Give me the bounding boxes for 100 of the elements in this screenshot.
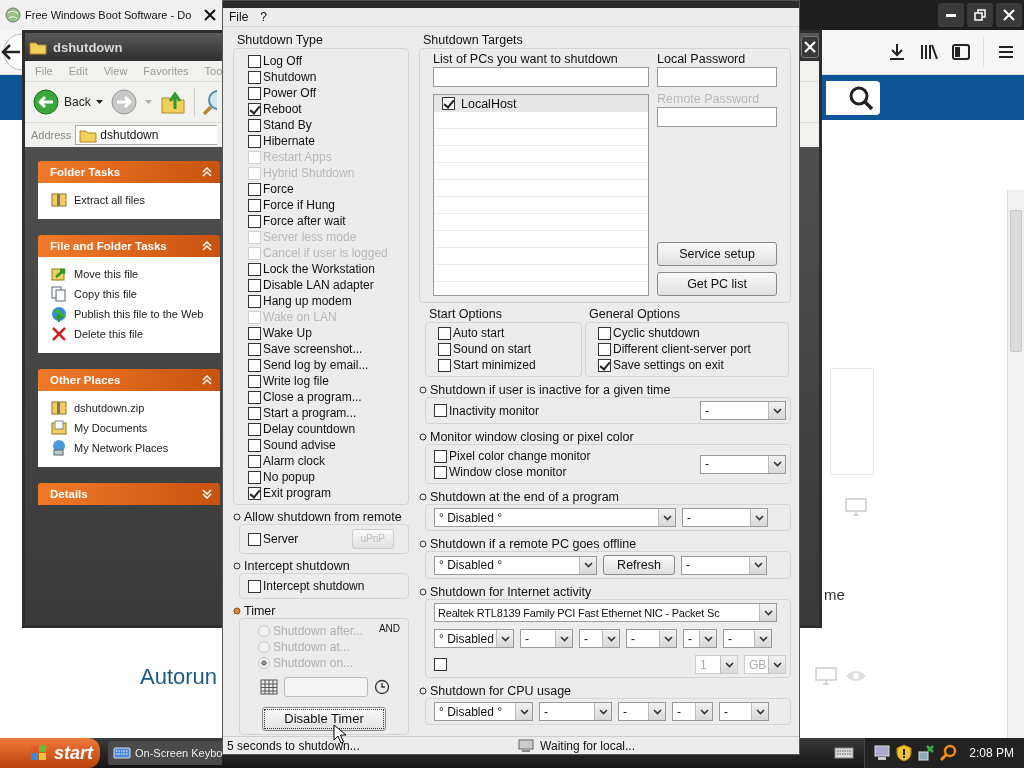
sidebar-icon[interactable]: [951, 42, 971, 62]
checkbox[interactable]: [248, 342, 261, 356]
dropdown[interactable]: -: [626, 629, 677, 648]
checkbox[interactable]: [248, 470, 261, 484]
minimize-button[interactable]: [938, 3, 964, 27]
search-icon[interactable]: [939, 744, 958, 762]
checkbox[interactable]: [248, 486, 261, 500]
close-button[interactable]: [801, 36, 819, 58]
button[interactable]: Get PC list: [657, 272, 777, 296]
task-link[interactable]: Publish this file to the Web: [74, 308, 204, 320]
dropdown[interactable]: ° Disabled °: [434, 702, 533, 721]
task-link[interactable]: Delete this file: [74, 328, 144, 340]
forward-icon[interactable]: [110, 89, 137, 115]
dropdown[interactable]: -: [520, 629, 573, 648]
dropdown[interactable]: -: [723, 629, 772, 648]
dropdown[interactable]: Realtek RTL8139 Family PCI Fast Ethernet NIC - Packet Sc: [434, 603, 777, 622]
search-field[interactable]: [826, 80, 880, 115]
checkbox[interactable]: [248, 579, 261, 593]
scroll-thumb[interactable]: [1010, 210, 1022, 352]
list-row[interactable]: LocalHost: [434, 95, 648, 112]
checkbox[interactable]: [248, 326, 261, 340]
browser-tab[interactable]: Free Windows Boot Software - Do: [0, 0, 222, 30]
checkbox[interactable]: [248, 102, 261, 116]
task-link[interactable]: Extract all files: [74, 194, 145, 206]
task-link[interactable]: My Documents: [74, 422, 148, 434]
checkbox[interactable]: [248, 118, 261, 132]
computer-icon[interactable]: [873, 744, 892, 762]
folder-up-icon[interactable]: [159, 89, 186, 115]
checkbox[interactable]: [248, 262, 261, 276]
checkbox[interactable]: [248, 532, 261, 546]
menu-item[interactable]: ?: [260, 10, 268, 24]
task-link[interactable]: Copy this file: [74, 288, 137, 300]
checkbox[interactable]: [598, 326, 611, 340]
close-button[interactable]: [996, 3, 1022, 27]
checkbox[interactable]: [248, 182, 261, 196]
checkbox[interactable]: [248, 294, 261, 308]
dropdown[interactable]: -: [618, 702, 666, 721]
checkbox[interactable]: [248, 134, 261, 148]
restore-button[interactable]: [967, 3, 993, 27]
checkbox[interactable]: [434, 465, 447, 479]
refresh-button[interactable]: Refresh: [603, 555, 675, 575]
dropdown[interactable]: -: [700, 454, 786, 474]
checkbox[interactable]: [248, 54, 261, 68]
checkbox[interactable]: [438, 358, 451, 372]
checkbox[interactable]: [434, 449, 447, 463]
checkbox[interactable]: [248, 374, 261, 388]
password-field[interactable]: [657, 107, 777, 127]
checkbox[interactable]: [434, 658, 447, 671]
pc-name-field[interactable]: [433, 67, 649, 87]
checkbox[interactable]: [248, 422, 261, 436]
task-link[interactable]: Move this file: [74, 268, 139, 280]
checkbox[interactable]: [598, 358, 611, 372]
dropdown[interactable]: -: [539, 702, 612, 721]
back-icon[interactable]: [0, 32, 22, 72]
checkbox[interactable]: [248, 406, 261, 420]
dropdown[interactable]: -: [682, 508, 768, 527]
checkbox[interactable]: [598, 342, 611, 356]
search-icon[interactable]: [848, 84, 874, 111]
shield-icon[interactable]: [895, 744, 914, 762]
checkbox[interactable]: [438, 342, 451, 356]
calendar-icon[interactable]: [260, 679, 278, 695]
chevron-down-icon: [763, 609, 773, 616]
checkbox[interactable]: [248, 198, 261, 212]
scrollbar[interactable]: [1007, 190, 1024, 738]
dropdown[interactable]: -: [579, 629, 620, 648]
checkbox[interactable]: [438, 326, 451, 340]
menu-item[interactable]: File: [229, 10, 249, 24]
clock-icon[interactable]: [374, 679, 390, 695]
keyboard-icon[interactable]: [834, 746, 855, 760]
checkbox[interactable]: [434, 404, 447, 417]
taskbar-button[interactable]: On-Screen Keybo: [108, 741, 222, 765]
close-icon[interactable]: [204, 9, 216, 21]
checkbox[interactable]: [248, 438, 261, 452]
dropdown[interactable]: -: [700, 401, 786, 420]
checkbox[interactable]: [442, 97, 455, 110]
dropdown[interactable]: -: [681, 555, 767, 575]
dropdown[interactable]: -: [719, 702, 769, 721]
dropdown[interactable]: -: [672, 702, 713, 721]
checkbox[interactable]: [248, 86, 261, 100]
dropdown[interactable]: ° Disabled °: [434, 508, 676, 527]
address-field[interactable]: dshutdown: [75, 125, 218, 145]
disable-timer-button[interactable]: Disable Timer: [262, 707, 386, 731]
checkbox[interactable]: [248, 278, 261, 292]
dropdown[interactable]: -: [683, 629, 717, 648]
task-link[interactable]: My Network Places: [74, 442, 169, 454]
checkbox[interactable]: [248, 70, 261, 84]
dropdown[interactable]: ° Disabled °: [434, 555, 597, 575]
start-button[interactable]: start: [0, 738, 100, 768]
button[interactable]: Service setup: [657, 242, 777, 266]
password-field[interactable]: [657, 67, 777, 87]
back-button[interactable]: Back: [33, 89, 103, 115]
task-link[interactable]: dshutdown.zip: [74, 402, 145, 414]
checkbox[interactable]: [248, 454, 261, 468]
network-icon[interactable]: [917, 744, 936, 762]
download-icon[interactable]: [887, 42, 907, 62]
dropdown[interactable]: ° Disabled: [434, 629, 514, 648]
library-icon[interactable]: [919, 42, 939, 62]
checkbox[interactable]: [248, 358, 261, 372]
checkbox[interactable]: [248, 214, 261, 228]
checkbox[interactable]: [248, 390, 261, 404]
